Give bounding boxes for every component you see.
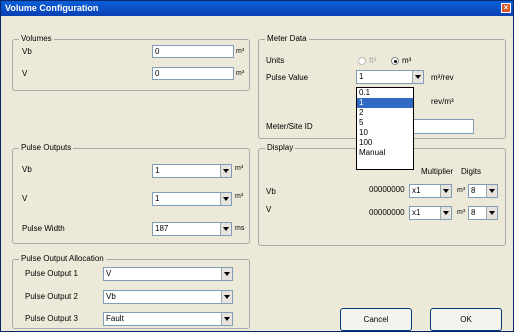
volumes-v-input[interactable]: 0	[152, 67, 234, 80]
dropdown-option[interactable]: 1	[357, 98, 413, 108]
volumes-title: Volumes	[19, 34, 54, 44]
pulse-width-combo[interactable]: 187	[152, 222, 232, 236]
pulse-value-combo[interactable]: 1	[356, 70, 424, 84]
chevron-down-icon[interactable]	[220, 193, 231, 205]
chevron-down-icon[interactable]	[221, 268, 232, 280]
pulse-output-2-combo[interactable]: Vb	[103, 290, 233, 304]
display-vb-label: Vb	[266, 187, 276, 196]
units-m3-radio[interactable]	[391, 57, 399, 65]
volumes-vb-unit: m³	[236, 48, 245, 55]
pulse-output-1-combo[interactable]: V	[103, 267, 233, 281]
pulse-width-value: 187	[155, 224, 169, 233]
chevron-down-icon[interactable]	[440, 185, 451, 197]
pulse-output-3-combo[interactable]: Fault	[103, 312, 233, 326]
chevron-down-icon[interactable]	[440, 207, 451, 219]
display-vb-multiplier: x1	[412, 186, 421, 195]
display-v-label: V	[266, 205, 272, 214]
cancel-button[interactable]: Cancel	[340, 308, 412, 331]
display-v-counter: 00000000	[369, 208, 405, 217]
pulse-allocation-title: Pulse Output Allocation	[19, 254, 106, 264]
display-vb-digits: 8	[471, 186, 476, 195]
window-title: Volume Configuration	[5, 3, 99, 13]
dropdown-option[interactable]: Manual	[357, 148, 413, 158]
display-vb-counter: 00000000	[369, 185, 405, 194]
pulse-v-label: V	[22, 194, 28, 203]
chevron-down-icon[interactable]	[220, 223, 231, 235]
chevron-down-icon[interactable]	[486, 207, 497, 219]
display-v-unit: m³	[457, 209, 466, 216]
digits-label: Digits	[461, 167, 482, 176]
pulse-value-current: 1	[359, 72, 364, 81]
units-m3-label: m³	[402, 56, 412, 65]
pulse-output-3-label: Pulse Output 3	[25, 314, 78, 323]
pulse-output-2-label: Pulse Output 2	[25, 292, 78, 301]
volumes-v-unit: m³	[236, 70, 245, 77]
volume-configuration-window: Volume Configuration × Volumes Vb 0 m³ V…	[0, 0, 514, 332]
units-ft3-label: ft³	[369, 56, 377, 65]
display-v-multiplier-combo[interactable]: x1	[409, 206, 452, 220]
dropdown-option[interactable]: 100	[357, 138, 413, 148]
display-vb-unit: m³	[457, 187, 466, 194]
volumes-v-label: V	[22, 69, 28, 78]
chevron-down-icon[interactable]	[221, 291, 232, 303]
pulse-output-1-label: Pulse Output 1	[25, 269, 78, 278]
display-vb-multiplier-combo[interactable]: x1	[409, 184, 452, 198]
display-v-multiplier: x1	[412, 208, 421, 217]
ok-button[interactable]: OK	[430, 308, 502, 331]
units-label: Units	[266, 56, 285, 65]
chevron-down-icon[interactable]	[486, 185, 497, 197]
pulse-width-label: Pulse Width	[22, 224, 65, 233]
dropdown-option[interactable]: 10	[357, 128, 413, 138]
chevron-down-icon[interactable]	[221, 313, 232, 325]
pulse-value-dropdown: 0.1 1 2 5 10 100 Manual	[356, 87, 414, 170]
title-bar: Volume Configuration ×	[1, 1, 513, 16]
volumes-vb-label: Vb	[22, 47, 32, 56]
meter-data-title: Meter Data	[265, 34, 309, 44]
pulse-output-2-value: Vb	[106, 292, 116, 301]
pulse-v-combo[interactable]: 1	[152, 192, 232, 206]
volumes-vb-input[interactable]: 0	[152, 45, 234, 58]
multiplier-label: Multiplier	[421, 167, 454, 176]
site-id-label: Meter/Site ID	[266, 122, 313, 131]
chevron-down-icon[interactable]	[412, 71, 423, 83]
pulse-v-unit: m³	[235, 193, 244, 200]
pulse-vb-value: 1	[155, 166, 160, 175]
pulse-output-1-value: V	[106, 269, 112, 278]
pulse-vb-label: Vb	[22, 165, 32, 174]
display-v-digits: 8	[471, 208, 476, 217]
dropdown-option[interactable]: 5	[357, 118, 413, 128]
pulse-value-label: Pulse Value	[266, 73, 309, 82]
pulse-vb-combo[interactable]: 1	[152, 164, 232, 178]
pulse-output-3-value: Fault	[106, 314, 124, 323]
units-ft3-radio[interactable]	[358, 57, 366, 65]
rev-unit: rev/m³	[431, 97, 454, 106]
display-vb-digits-combo[interactable]: 8	[468, 184, 498, 198]
pulse-vb-unit: m³	[235, 165, 244, 172]
display-v-digits-combo[interactable]: 8	[468, 206, 498, 220]
dropdown-option[interactable]: 0.1	[357, 88, 413, 98]
dropdown-option[interactable]: 2	[357, 108, 413, 118]
pulse-v-value: 1	[155, 194, 160, 203]
close-icon[interactable]: ×	[501, 3, 511, 13]
chevron-down-icon[interactable]	[220, 165, 231, 177]
pulse-outputs-title: Pulse Outputs	[19, 143, 74, 153]
display-title: Display	[265, 143, 296, 153]
pulse-width-unit: ms	[235, 225, 245, 232]
pulse-value-unit: m³/rev	[431, 73, 454, 82]
